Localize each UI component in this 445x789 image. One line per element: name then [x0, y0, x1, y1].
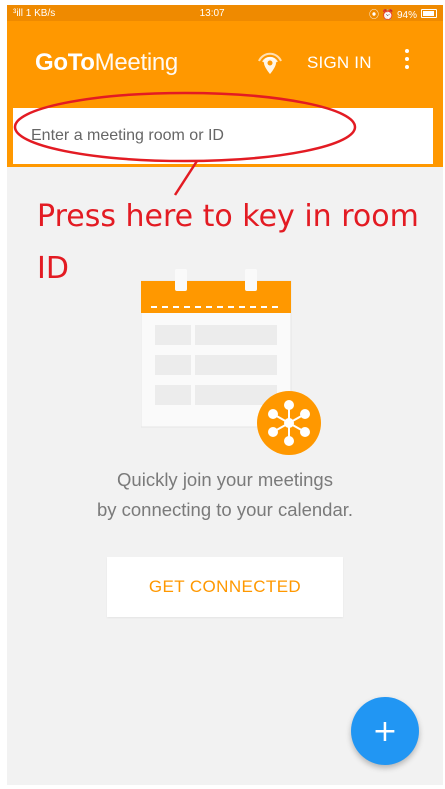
clock: 13:07	[199, 7, 225, 19]
meeting-id-input[interactable]	[13, 108, 433, 164]
app-bar: GoToMeeting SIGN IN	[7, 21, 443, 167]
more-dot	[405, 49, 409, 53]
sign-in-button[interactable]: SIGN IN	[307, 53, 372, 73]
beacon-icon[interactable]	[253, 45, 287, 79]
app-logo: GoToMeeting	[35, 49, 178, 77]
network-status: ³ill 1 KB/s	[13, 7, 56, 19]
logo-light-part: Meeting	[94, 49, 179, 76]
empty-state-line-1: Quickly join your meetings	[117, 469, 333, 490]
logo-bold-part: GoTo	[35, 49, 95, 76]
status-bar: ³ill 1 KB/s 13:07 ⦿ ⏰ 94%	[7, 5, 443, 21]
battery-icon	[420, 8, 437, 18]
empty-state-message: Quickly join your meetings by connecting…	[7, 465, 443, 525]
add-fab-button[interactable]: +	[351, 697, 419, 765]
empty-state-line-2: by connecting to your calendar.	[96, 499, 354, 520]
status-right-text: ⦿ ⏰ 94%	[368, 9, 417, 21]
more-dot	[405, 65, 409, 69]
more-options-icon[interactable]	[403, 49, 411, 73]
calendar-illustration	[141, 269, 321, 455]
app-screen: ³ill 1 KB/s 13:07 ⦿ ⏰ 94% GoToMeeting SI…	[7, 5, 443, 785]
get-connected-button[interactable]: GET CONNECTED	[107, 557, 343, 617]
status-indicators: ⦿ ⏰ 94%	[369, 6, 437, 21]
plus-icon: +	[372, 714, 398, 749]
more-dot	[405, 57, 409, 61]
